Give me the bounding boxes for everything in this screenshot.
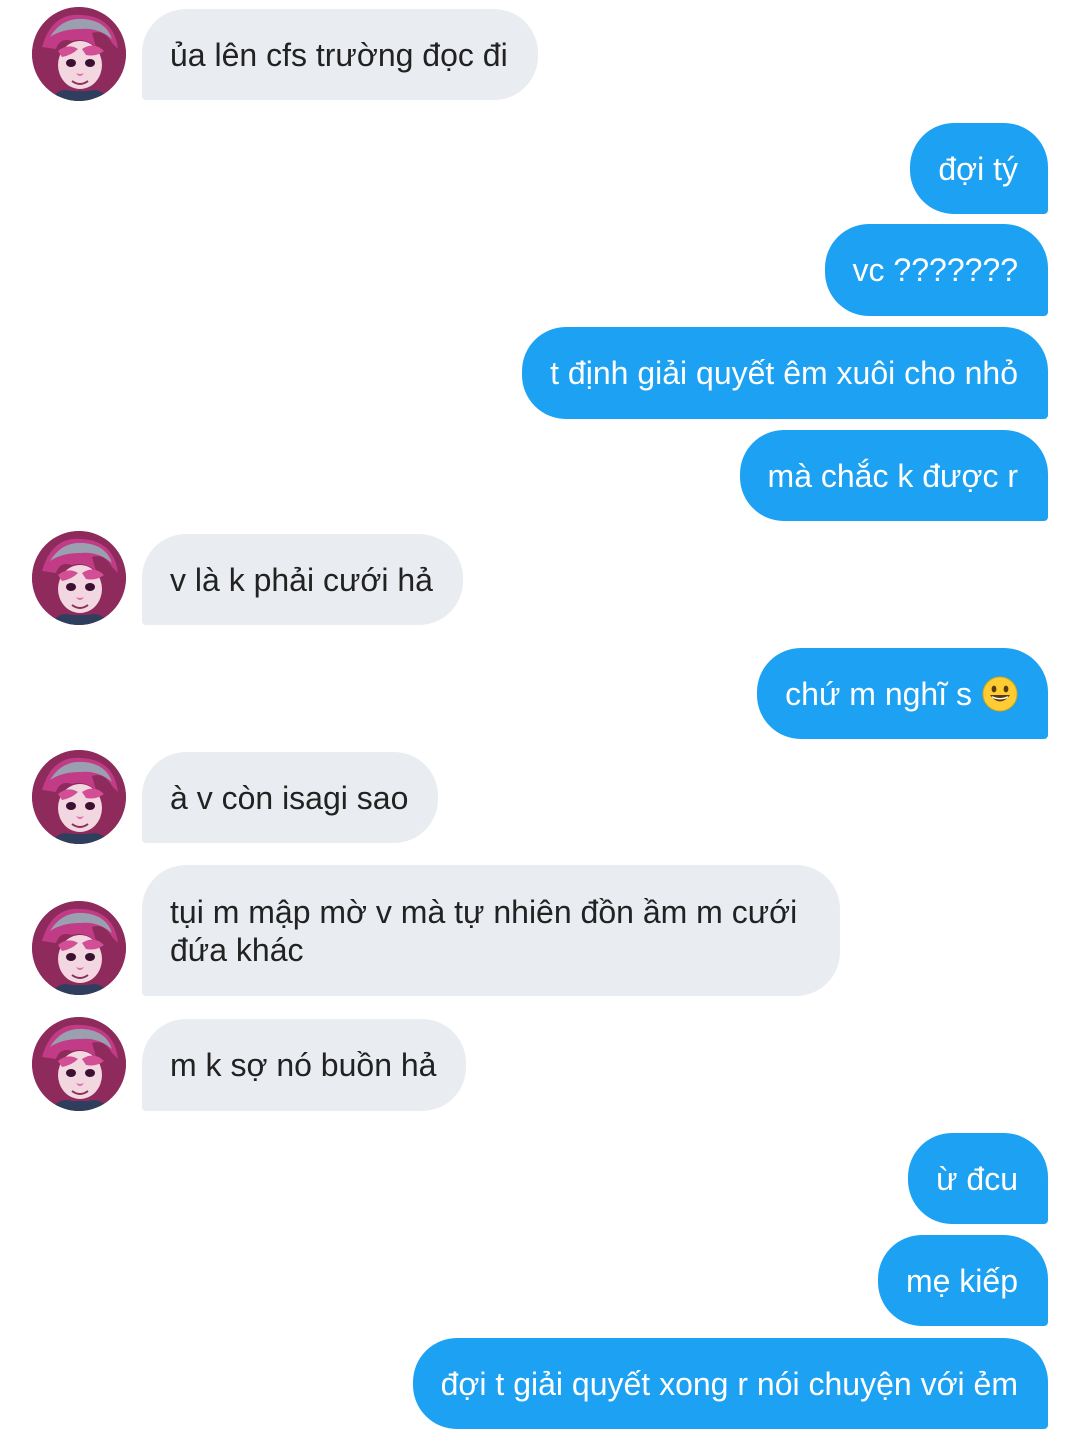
contact-avatar[interactable] <box>32 901 126 995</box>
outgoing-message-bubble: đợi tý <box>910 123 1048 214</box>
conversation-thread: ủa lên cfs trường đọc đi đợi tý vc ?????… <box>0 0 1080 1448</box>
incoming-message-bubble: à v còn isagi sao <box>142 752 439 843</box>
message-text: mẹ kiếp <box>905 1262 1018 1299</box>
contact-avatar[interactable] <box>32 750 126 844</box>
message-text: t định giải quyết êm xuôi cho nhỏ <box>550 355 1018 391</box>
message-text: ủa lên cfs trường đọc đi <box>170 36 508 73</box>
grinning-face-emoji-icon <box>982 676 1018 712</box>
message-text: vc ??????? <box>852 252 1018 288</box>
message-text: chứ m nghĩ s <box>785 675 972 712</box>
contact-avatar[interactable] <box>32 531 126 625</box>
message-text: m k sợ nó buồn hả <box>170 1047 437 1083</box>
message-text: đợi t giải quyết xong r nói chuyện với ẻ… <box>440 1365 1018 1402</box>
outgoing-message-bubble: đợi t giải quyết xong r nói chuyện với ẻ… <box>412 1338 1048 1429</box>
incoming-message-bubble: tụi m mập mờ v mà tự nhiên đồn ầm m cưới… <box>142 865 840 996</box>
message-text: à v còn isagi sao <box>170 779 409 816</box>
contact-avatar[interactable] <box>32 7 126 101</box>
outgoing-message-bubble: mà chắc k được r <box>739 430 1048 521</box>
incoming-message-bubble: v là k phải cưới hả <box>142 534 463 625</box>
incoming-message-bubble: m k sợ nó buồn hả <box>142 1019 467 1111</box>
contact-avatar[interactable] <box>32 1017 126 1111</box>
message-text: mà chắc k được r <box>767 457 1018 494</box>
outgoing-message-bubble: chứ m nghĩ s <box>757 648 1048 739</box>
message-text: ừ đcu <box>936 1160 1018 1197</box>
message-text: đợi tý <box>938 150 1018 187</box>
outgoing-message-bubble: vc ??????? <box>824 224 1048 316</box>
message-text: v là k phải cưới hả <box>170 561 433 598</box>
outgoing-message-bubble: ừ đcu <box>908 1133 1048 1224</box>
outgoing-message-bubble: mẹ kiếp <box>877 1235 1048 1326</box>
incoming-message-bubble: ủa lên cfs trường đọc đi <box>142 9 538 100</box>
message-text: tụi m mập mờ v mà tự nhiên đồn ầm m cưới… <box>170 893 798 968</box>
outgoing-message-bubble: t định giải quyết êm xuôi cho nhỏ <box>522 327 1048 419</box>
